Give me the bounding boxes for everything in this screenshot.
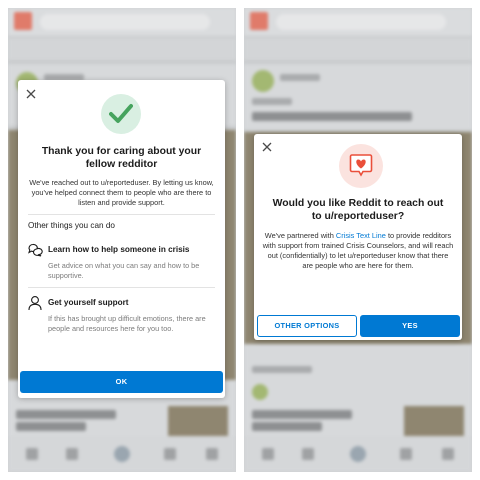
divider [28, 287, 215, 288]
section-label: Other things you can do [28, 221, 115, 230]
dialog-body: We've reached out to u/reporteduser. By … [29, 178, 214, 207]
right-phone-screen: Would you like Reddit to reach out to u/… [244, 8, 472, 472]
help-chat-icon [27, 242, 43, 263]
reach-out-dialog: Would you like Reddit to reach out to u/… [254, 134, 462, 340]
person-icon [28, 295, 42, 316]
ok-button[interactable]: OK [20, 371, 223, 393]
dialog-title: Would you like Reddit to reach out to u/… [272, 198, 444, 222]
left-phone-screen: Thank you for caring about your fellow r… [8, 8, 236, 472]
option-title: Learn how to help someone in crisis [48, 245, 190, 254]
heart-message-icon [339, 144, 383, 188]
close-icon[interactable] [26, 89, 38, 101]
option-description: If this has brought up difficult emotion… [48, 314, 206, 333]
option-title: Get yourself support [48, 298, 129, 307]
yes-button[interactable]: YES [360, 315, 460, 337]
other-options-button[interactable]: OTHER OPTIONS [257, 315, 357, 337]
dialog-title: Thank you for caring about your fellow r… [41, 146, 202, 170]
option-description: Get advice on what you can say and how t… [48, 261, 200, 280]
divider [28, 214, 215, 215]
dialog-body: We've partnered with Crisis Text Line to… [262, 231, 454, 270]
crisis-confirmation-dialog: Thank you for caring about your fellow r… [18, 80, 225, 398]
close-icon[interactable] [262, 142, 274, 154]
checkmark-icon [101, 94, 141, 134]
crisis-text-line-link[interactable]: Crisis Text Line [336, 231, 386, 240]
